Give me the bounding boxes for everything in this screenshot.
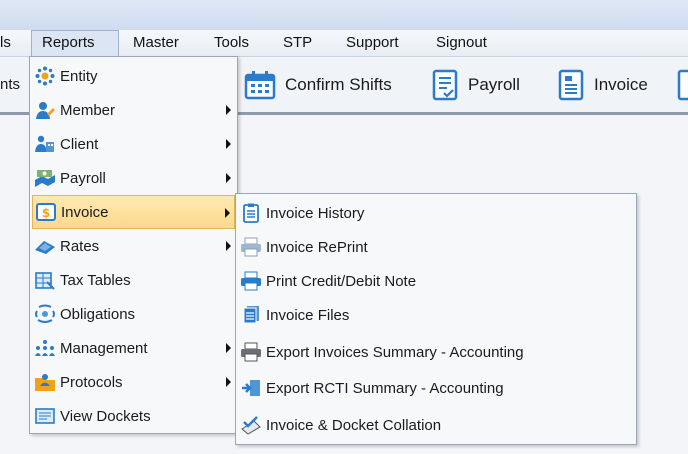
toolbar-partial-label: nts — [0, 76, 21, 93]
invoice-submenu-label: Invoice RePrint — [266, 238, 368, 256]
invoice-submenu-item-export-invoices-summary[interactable]: Export Invoices Summary - Accounting — [238, 335, 634, 369]
printer-icon — [240, 236, 262, 258]
payroll-icon — [34, 167, 56, 189]
payroll-form-icon — [432, 69, 458, 100]
reports-menu-label: Protocols — [60, 373, 123, 391]
document-partial-icon — [677, 69, 688, 100]
reports-menu-item-invoice[interactable]: $ Invoice — [32, 195, 235, 229]
reports-menu-label: Entity — [60, 67, 98, 85]
reports-menu-label: Member — [60, 101, 116, 119]
protocols-icon — [34, 371, 56, 393]
toolbar-button-cutoff[interactable] — [676, 57, 688, 112]
invoice-submenu: Invoice History Invoice RePrint Print Cr… — [235, 193, 637, 445]
reports-menu-label: Rates — [60, 237, 100, 255]
confirm-shifts-button[interactable]: Confirm Shifts — [244, 57, 392, 112]
reports-menu-item-rates[interactable]: Rates — [32, 229, 235, 263]
reports-menu-item-client[interactable]: Client — [32, 127, 235, 161]
submenu-arrow-icon — [226, 343, 231, 353]
reports-menu-item-view-dockets[interactable]: View Dockets — [32, 399, 235, 433]
invoice-submenu-label: Export RCTI Summary - Accounting — [266, 379, 504, 397]
menu-support[interactable]: Support — [346, 30, 399, 56]
submenu-arrow-icon — [226, 377, 231, 387]
export-arrow-icon — [240, 377, 262, 399]
submenu-arrow-icon — [226, 173, 231, 183]
menu-master[interactable]: Master — [133, 30, 179, 56]
invoice-button[interactable]: Invoice — [557, 57, 648, 112]
invoice-submenu-item-reprint[interactable]: Invoice RePrint — [238, 230, 634, 264]
document-check-icon — [240, 414, 262, 436]
reports-menu: Entity Member Client Payroll $ Invoice R… — [29, 56, 238, 434]
reports-menu-label: Payroll — [60, 169, 106, 187]
reports-menu-item-obligations[interactable]: Obligations — [32, 297, 235, 331]
reports-menu-label: Invoice — [61, 203, 109, 221]
menu-tools-fragment[interactable]: ls — [0, 30, 11, 56]
reports-menu-item-entity[interactable]: Entity — [32, 59, 235, 93]
rates-icon — [34, 235, 56, 257]
invoice-submenu-item-docket-collation[interactable]: Invoice & Docket Collation — [238, 408, 634, 442]
client-icon — [34, 133, 56, 155]
confirm-shifts-label: Confirm Shifts — [285, 74, 392, 94]
reports-menu-label: View Dockets — [60, 407, 151, 425]
export-printer-icon — [240, 341, 262, 363]
reports-menu-label: Management — [60, 339, 148, 357]
invoice-submenu-item-credit-debit-note[interactable]: Print Credit/Debit Note — [238, 264, 634, 298]
invoice-submenu-label: Invoice History — [266, 204, 365, 222]
submenu-arrow-icon — [226, 241, 231, 251]
toolbar-button-partial[interactable]: nts — [0, 57, 20, 112]
tax-tables-icon — [34, 269, 56, 291]
menu-signout[interactable]: Signout — [436, 30, 487, 56]
invoice-submenu-item-files[interactable]: Invoice Files — [238, 298, 634, 332]
menu-tools[interactable]: Tools — [214, 30, 249, 56]
reports-menu-item-protocols[interactable]: Protocols — [32, 365, 235, 399]
payroll-button[interactable]: Payroll — [431, 57, 520, 112]
entity-icon — [34, 65, 56, 87]
invoice-submenu-item-export-rcti-summary[interactable]: Export RCTI Summary - Accounting — [238, 371, 634, 405]
reports-menu-item-payroll[interactable]: Payroll — [32, 161, 235, 195]
menu-reports[interactable]: Reports — [31, 30, 119, 56]
menu-bar: ls Reports Master Tools STP Support Sign… — [0, 30, 688, 57]
menu-stp[interactable]: STP — [283, 30, 312, 56]
files-stack-icon — [240, 304, 262, 326]
svg-text:$: $ — [42, 206, 50, 220]
invoice-icon: $ — [35, 201, 57, 223]
printer-blue-icon — [240, 270, 262, 292]
reports-menu-label: Obligations — [60, 305, 136, 323]
reports-menu-item-management[interactable]: Management — [32, 331, 235, 365]
obligations-icon — [34, 303, 56, 325]
submenu-arrow-icon — [226, 139, 231, 149]
invoice-submenu-label: Invoice & Docket Collation — [266, 416, 442, 434]
invoice-document-icon — [558, 69, 584, 100]
reports-menu-label: Tax Tables — [60, 271, 131, 289]
management-icon — [34, 337, 56, 359]
payroll-label: Payroll — [468, 74, 520, 94]
view-dockets-icon — [34, 405, 56, 427]
member-icon — [34, 99, 56, 121]
reports-menu-item-member[interactable]: Member — [32, 93, 235, 127]
calendar-icon — [244, 70, 276, 99]
clipboard-list-icon — [240, 202, 262, 224]
submenu-arrow-icon — [226, 105, 231, 115]
window-titlebar — [0, 0, 688, 31]
submenu-arrow-icon — [225, 208, 230, 218]
invoice-submenu-label: Invoice Files — [266, 306, 350, 324]
invoice-submenu-label: Print Credit/Debit Note — [266, 272, 417, 290]
reports-menu-label: Client — [60, 135, 99, 153]
invoice-submenu-label: Export Invoices Summary - Accounting — [266, 343, 524, 361]
reports-menu-item-tax-tables[interactable]: Tax Tables — [32, 263, 235, 297]
invoice-submenu-item-history[interactable]: Invoice History — [238, 196, 634, 230]
invoice-label: Invoice — [594, 74, 648, 94]
